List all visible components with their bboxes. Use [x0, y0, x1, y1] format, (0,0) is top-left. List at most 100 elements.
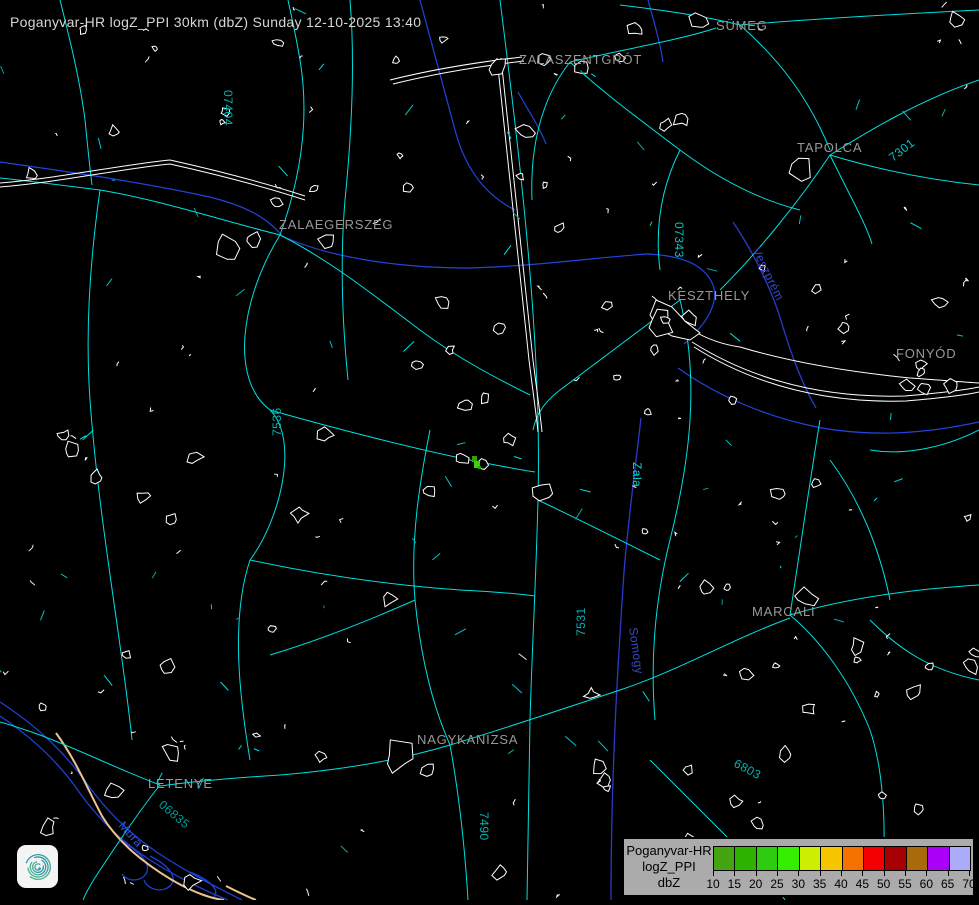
settlement-outline — [137, 493, 151, 503]
settlement-outline — [729, 396, 737, 404]
map-mark — [807, 326, 809, 331]
settlement-outline — [270, 198, 283, 207]
settlement-outline — [423, 486, 435, 496]
map-mark — [309, 107, 312, 113]
legend-tick-label: 25 — [770, 877, 783, 891]
settlement-outline — [700, 580, 714, 594]
settlement-outline — [272, 40, 284, 47]
legend-radar-name: Poganyvar-HR — [626, 843, 712, 859]
major-road-line — [497, 58, 538, 432]
legend-color-cell — [800, 847, 821, 870]
minor-road-line — [561, 115, 565, 119]
road-number-label: 6803 — [732, 756, 764, 782]
settlement-outline — [907, 685, 921, 700]
legend-tick-label: 15 — [728, 877, 741, 891]
radar-echo — [478, 466, 481, 469]
minor-road-line — [98, 138, 101, 149]
minor-road-line — [780, 566, 781, 568]
city-label: MARCALI — [752, 604, 815, 619]
minor-road-line — [799, 215, 801, 224]
map-mark — [189, 354, 191, 356]
map-mark — [538, 286, 542, 290]
settlement-outline — [41, 818, 55, 836]
road-line — [740, 25, 830, 150]
map-mark — [554, 73, 558, 75]
legend-tick-label: 30 — [792, 877, 805, 891]
road-number-label: 06835 — [156, 798, 192, 832]
legend-tick-label: 60 — [920, 877, 933, 891]
map-mark — [274, 474, 277, 477]
minor-road-line — [504, 245, 511, 254]
minor-road-line — [1, 66, 4, 73]
minor-road-line — [894, 479, 903, 482]
map-mark — [842, 721, 846, 722]
settlement-outline — [773, 663, 780, 668]
settlement-outline — [770, 489, 785, 500]
settlement-outline — [446, 346, 455, 354]
minor-road-line — [598, 741, 608, 751]
motorway-line — [226, 886, 256, 900]
settlement-outline — [187, 452, 204, 463]
settlement-outline — [403, 183, 413, 192]
legend-color-cell — [735, 847, 756, 870]
settlement-outline — [852, 638, 864, 656]
map-mark — [150, 408, 153, 412]
road-number-label: 07343 — [672, 222, 686, 258]
hydro-spiral-logo — [17, 845, 58, 888]
minor-road-line — [512, 684, 522, 693]
town-outline — [420, 764, 433, 776]
minor-road-line — [643, 691, 650, 701]
road-line — [342, 0, 352, 380]
map-mark — [71, 436, 77, 439]
map-mark — [313, 388, 316, 392]
map-mark — [30, 580, 35, 585]
settlement-outline — [440, 37, 448, 43]
minor-road-line — [680, 573, 689, 581]
settlement-outline — [482, 393, 489, 404]
map-mark — [875, 607, 878, 608]
minor-road-line — [637, 142, 644, 150]
major-road-line — [0, 160, 305, 196]
legend-tick-label: 35 — [813, 877, 826, 891]
settlement-outline — [740, 668, 754, 680]
settlement-outline — [384, 592, 398, 606]
map-mark — [217, 876, 221, 881]
settlement-outline — [91, 469, 102, 484]
minor-road-line — [107, 279, 113, 286]
dbz-legend: Poganyvar-HR logZ_PPI dbZ 10152025303540… — [622, 837, 975, 897]
map-mark — [132, 731, 136, 733]
map-mark — [55, 134, 57, 136]
map-mark — [29, 545, 34, 551]
minor-road-line — [703, 488, 708, 489]
settlement-outline — [602, 302, 613, 310]
legend-tick-label: 55 — [898, 877, 911, 891]
settlement-outline — [516, 173, 524, 179]
legend-unit-label: dbZ — [626, 875, 712, 891]
settlement-outline — [397, 153, 403, 159]
settlement-outline — [899, 379, 915, 390]
map-mark — [180, 741, 184, 742]
map-mark — [652, 182, 657, 185]
map-mark — [117, 362, 119, 366]
settlement-outline — [614, 375, 621, 380]
legend-tick-label: 10 — [706, 877, 719, 891]
map-mark — [606, 209, 608, 214]
legend-tick — [713, 870, 714, 876]
town-outline — [388, 740, 414, 773]
settlement-outline — [969, 648, 979, 657]
road-number-label: 7490 — [477, 812, 491, 841]
minor-road-line — [591, 74, 595, 77]
minor-road-line — [730, 333, 740, 341]
minor-road-line — [221, 682, 229, 691]
minor-road-line — [319, 64, 324, 70]
legend-tick-label: 40 — [834, 877, 847, 891]
settlement-outline — [122, 651, 130, 659]
road-line — [570, 62, 800, 210]
map-mark — [181, 345, 183, 349]
legend-tick — [884, 870, 885, 876]
map-mark — [347, 638, 350, 642]
settlement-outline — [645, 409, 652, 415]
map-mark — [315, 536, 319, 537]
city-label: LETENYE — [148, 776, 213, 791]
settlement-outline — [27, 168, 38, 179]
